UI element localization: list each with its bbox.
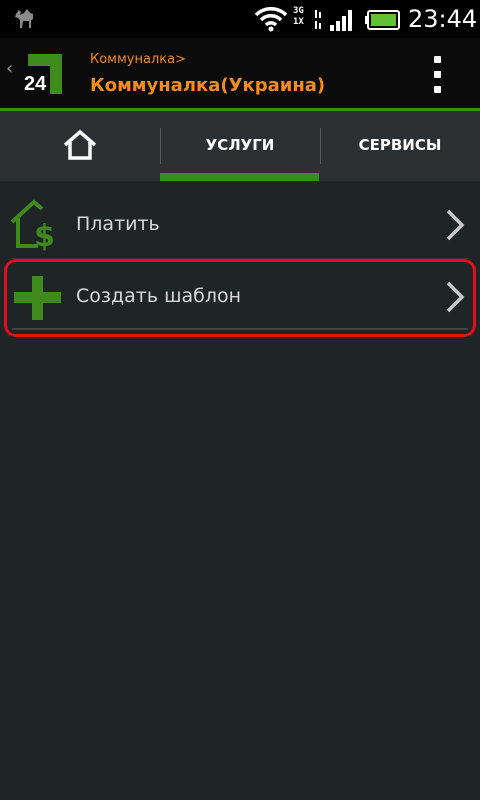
screen: 3G 1X 23:44 ‹ 24 Коммуналка> Коммуналка(… xyxy=(0,0,480,800)
page-title: Коммуналка(Украина) xyxy=(90,75,326,96)
network-activity-icon xyxy=(315,10,321,29)
tab-uslugi-label: УСЛУГИ xyxy=(205,136,275,154)
house-dollar-icon: $ xyxy=(10,199,55,254)
list-item-pay[interactable]: $ Платить xyxy=(0,188,480,260)
battery-icon xyxy=(365,10,400,30)
wifi-icon xyxy=(254,7,288,32)
camel-icon xyxy=(15,9,33,28)
breadcrumb[interactable]: Коммуналка> xyxy=(90,52,186,68)
network-type-text: 3G 1X xyxy=(293,6,304,27)
signal-icon xyxy=(330,10,352,31)
home-icon xyxy=(63,129,97,160)
status-clock: 23:44 xyxy=(408,5,478,33)
logo-text: 24 xyxy=(24,73,47,95)
back-icon[interactable]: ‹ xyxy=(6,60,13,78)
tab-uslugi[interactable]: УСЛУГИ xyxy=(160,111,320,181)
tab-servisy[interactable]: СЕРВИСЫ xyxy=(320,111,480,181)
status-bar: 3G 1X 23:44 xyxy=(0,0,480,38)
tab-bar: УСЛУГИ СЕРВИСЫ xyxy=(0,111,480,181)
tab-home[interactable] xyxy=(0,111,160,181)
list-item-pay-label: Платить xyxy=(76,213,160,235)
tab-selected-indicator xyxy=(160,173,319,181)
chevron-right-icon xyxy=(446,209,465,241)
highlight-box xyxy=(4,259,476,337)
svg-text:$: $ xyxy=(34,219,55,254)
tab-servisy-label: СЕРВИСЫ xyxy=(358,136,442,154)
overflow-menu-icon[interactable] xyxy=(428,56,448,94)
